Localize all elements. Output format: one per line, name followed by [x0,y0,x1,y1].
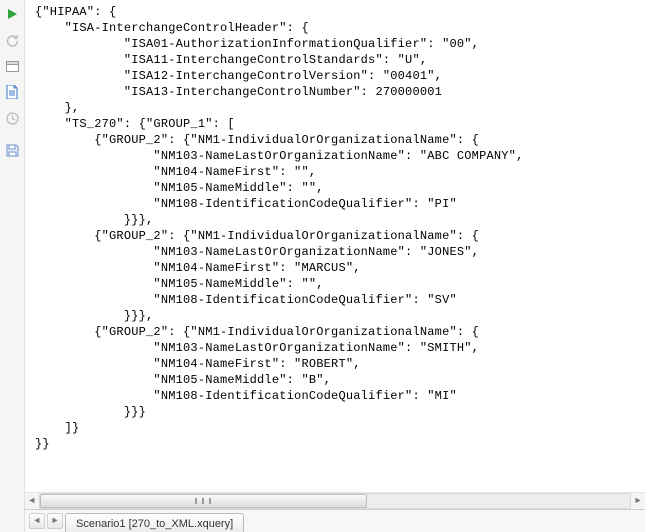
tab-scenario1[interactable]: Scenario1 [270_to_XML.xquery] [65,513,244,532]
code-line: "NM104-NameFirst": "ROBERT", [35,356,645,372]
code-line: "NM108-IdentificationCodeQualifier": "PI… [35,196,645,212]
code-line: "ISA12-InterchangeControlVersion": "0040… [35,68,645,84]
code-line: "ISA-InterchangeControlHeader": { [35,20,645,36]
code-line: "ISA13-InterchangeControlNumber": 270000… [35,84,645,100]
code-line: "NM104-NameFirst": "", [35,164,645,180]
code-line: "NM105-NameMiddle": "", [35,276,645,292]
code-line: }, [35,100,645,116]
code-line: "NM104-NameFirst": "MARCUS", [35,260,645,276]
tab-next-icon[interactable]: ► [47,513,63,529]
clock-icon[interactable] [4,110,20,126]
horizontal-scrollbar[interactable]: ◄ ► [25,492,645,509]
code-line: }} [35,436,645,452]
code-editor[interactable]: {"HIPAA": { "ISA-InterchangeControlHeade… [25,0,645,492]
scroll-left-icon[interactable]: ◄ [25,494,39,508]
code-line: "NM105-NameMiddle": "", [35,180,645,196]
code-line: "NM103-NameLastOrOrganizationName": "ABC… [35,148,645,164]
code-line: ]} [35,420,645,436]
console-icon[interactable] [4,58,20,74]
code-line: "TS_270": {"GROUP_1": [ [35,116,645,132]
run-icon[interactable] [4,6,20,22]
code-line: "NM105-NameMiddle": "B", [35,372,645,388]
code-line: }}}, [35,212,645,228]
main-area: {"HIPAA": { "ISA-InterchangeControlHeade… [25,0,645,532]
save-icon[interactable] [4,142,20,158]
code-line: "ISA11-InterchangeControlStandards": "U"… [35,52,645,68]
code-line: "NM103-NameLastOrOrganizationName": "JON… [35,244,645,260]
tool-strip [0,0,25,532]
code-line: "NM103-NameLastOrOrganizationName": "SMI… [35,340,645,356]
refresh-icon[interactable] [4,32,20,48]
tab-label: Scenario1 [270_to_XML.xquery] [76,518,233,530]
code-line: }}}, [35,308,645,324]
scroll-right-icon[interactable]: ► [631,494,645,508]
code-line: "NM108-IdentificationCodeQualifier": "MI… [35,388,645,404]
code-line: }}} [35,404,645,420]
scroll-thumb[interactable] [40,494,367,508]
code-line: {"GROUP_2": {"NM1-IndividualOrOrganizati… [35,324,645,340]
app-root: {"HIPAA": { "ISA-InterchangeControlHeade… [0,0,645,532]
editor-wrap: {"HIPAA": { "ISA-InterchangeControlHeade… [25,0,645,492]
scroll-track[interactable] [39,493,631,509]
code-line: {"GROUP_2": {"NM1-IndividualOrOrganizati… [35,228,645,244]
code-line: "NM108-IdentificationCodeQualifier": "SV… [35,292,645,308]
document-icon[interactable] [4,84,20,100]
tab-bar: ◄ ► Scenario1 [270_to_XML.xquery] [25,509,645,532]
code-line: "ISA01-AuthorizationInformationQualifier… [35,36,645,52]
tab-prev-icon[interactable]: ◄ [29,513,45,529]
code-line: {"GROUP_2": {"NM1-IndividualOrOrganizati… [35,132,645,148]
code-line: {"HIPAA": { [35,4,645,20]
